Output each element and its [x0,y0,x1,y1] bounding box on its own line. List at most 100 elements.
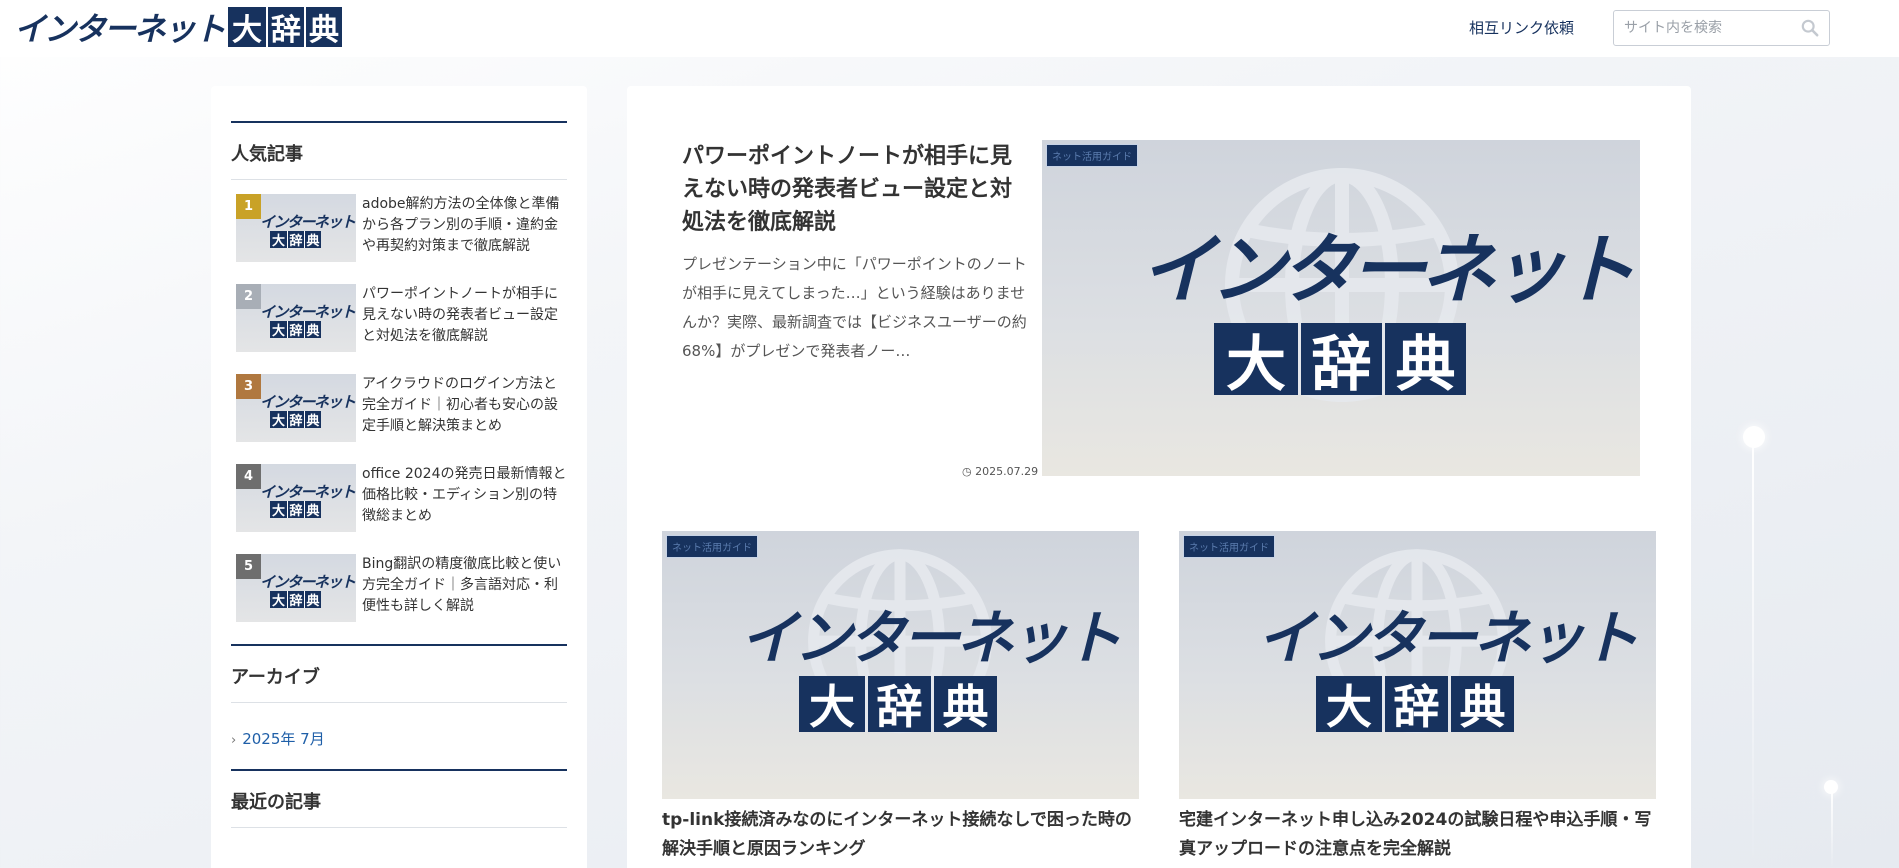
logo-kanji-box: 大 辞 典 [228,7,343,48]
thumbnail-kanji-char: 大 [270,411,287,429]
category-label[interactable]: ネット活用ガイド [1046,144,1138,167]
thumbnail-kanji-char: 大 [270,501,287,519]
thumbnail-logo-kanji: 大辞典 [270,501,321,519]
thumbnail-kanji-char: 辞 [287,411,304,429]
thumbnail-logo-kana: インターネット [260,303,356,321]
popular-article-item[interactable]: 1 インターネット 大辞典 adobe解約方法の全体像と準備から各プラン別の手順… [231,194,567,262]
article-thumbnail[interactable]: 3 インターネット 大辞典 [236,374,356,442]
bg-decoration-line [1752,436,1754,868]
search-input[interactable] [1614,11,1794,45]
popular-article-item[interactable]: 4 インターネット 大辞典 office 2024の発売日最新情報と価格比較・エ… [231,464,567,532]
search-box [1613,10,1830,46]
thumbnail-logo-kanji: 大辞典 [270,231,321,249]
site-logo[interactable]: インターネット 大 辞 典 [14,7,343,48]
thumbnail-kanji-char: 大 [809,680,855,734]
thumbnail-logo-kana: インターネット [1257,604,1639,672]
popular-article-title[interactable]: Bing翻訳の精度徹底比較と使い方完全ガイド｜多言語対応・利便性も詳しく解説 [356,554,567,622]
archive-title: アーカイブ [231,646,567,703]
article-thumbnail[interactable]: 1 インターネット 大辞典 [236,194,356,262]
thumbnail-logo-kana: インターネット [740,604,1122,672]
article-card-thumbnail[interactable]: ネット活用ガイド インターネット 大 辞 典 [662,531,1139,799]
article-card-thumbnail[interactable]: ネット活用ガイド インターネット 大 辞 典 [1179,531,1656,799]
chevron-right-icon: › [231,733,237,748]
recent-articles-title: 最近の記事 [231,771,567,828]
thumbnail-kanji-char: 典 [1382,323,1466,400]
bg-decoration-line [1831,790,1833,868]
recent-articles-widget: 最近の記事 [231,769,567,828]
popular-article-title[interactable]: パワーポイントノートが相手に見えない時の発表者ビュー設定と対処法を徹底解説 [356,284,567,352]
rank-badge: 4 [236,464,261,489]
thumbnail-kanji-char: 典 [931,676,997,734]
logo-kanji-char: 大 [228,7,267,48]
thumbnail-logo-kana: インターネット [1140,225,1636,314]
logo-kanji-char: 典 [304,7,343,48]
archive-list: › 2025年 7月 [231,703,567,769]
popular-articles-list: 1 インターネット 大辞典 adobe解約方法の全体像と準備から各プラン別の手順… [231,180,567,622]
category-label[interactable]: ネット活用ガイド [666,535,758,558]
thumbnail-kanji-char: 辞 [1298,323,1382,400]
archive-item: › 2025年 7月 [231,728,567,749]
article-thumbnail[interactable]: 5 インターネット 大辞典 [236,554,356,622]
rank-badge: 1 [236,194,261,219]
thumbnail-logo-kana: インターネット [260,573,356,591]
thumbnail-kanji-char: 辞 [865,676,931,734]
thumbnail-kanji-char: 典 [304,321,321,339]
thumbnail-logo-kana: インターネット [260,213,356,231]
thumbnail-kanji-char: 大 [1326,680,1372,734]
thumbnail-logo-kana: インターネット [260,483,356,501]
rank-badge: 2 [236,284,261,309]
thumbnail-kanji-char: 大 [270,321,287,339]
mutual-link-request-link[interactable]: 相互リンク依頼 [1469,17,1574,38]
thumbnail-logo-kanji: 大 辞 典 [799,676,997,734]
thumbnail-logo-kana: インターネット [260,393,356,411]
bg-decoration-dot [1824,780,1838,794]
logo-kana-text: インターネット [14,10,226,48]
popular-article-item[interactable]: 3 インターネット 大辞典 アイクラウドのログイン方法と完全ガイド｜初心者も安心… [231,374,567,442]
popular-article-item[interactable]: 2 インターネット 大辞典 パワーポイントノートが相手に見えない時の発表者ビュー… [231,284,567,352]
clock-icon: ◷ [962,465,972,478]
article-card[interactable]: ネット活用ガイド インターネット 大 辞 典 tp-link接続済みなのにインタ… [662,531,1139,864]
popular-article-item[interactable]: 5 インターネット 大辞典 Bing翻訳の精度徹底比較と使い方完全ガイド｜多言語… [231,554,567,622]
thumbnail-kanji-char: 辞 [1382,676,1448,734]
thumbnail-kanji-char: 大 [270,231,287,249]
thumbnail-kanji-char: 典 [304,411,321,429]
article-thumbnail[interactable]: 2 インターネット 大辞典 [236,284,356,352]
thumbnail-kanji-char: 辞 [287,321,304,339]
site-header: インターネット 大 辞 典 相互リンク依頼 [0,0,1899,57]
popular-articles-widget: 人気記事 1 インターネット 大辞典 adobe解約方法の全体像と準備から各プラ… [231,121,567,622]
popular-article-title[interactable]: アイクラウドのログイン方法と完全ガイド｜初心者も安心の設定手順と解決策まとめ [356,374,567,442]
featured-article[interactable]: パワーポイントノートが相手に見えない時の発表者ビュー設定と対処法を徹底解説 プレ… [682,140,1640,478]
rank-badge: 3 [236,374,261,399]
featured-article-thumbnail[interactable]: ネット活用ガイド インターネット 大 辞 典 [1042,140,1640,476]
thumbnail-logo-kanji: 大辞典 [270,411,321,429]
logo-kanji-char: 辞 [266,7,305,48]
thumbnail-logo-kanji: 大 辞 典 [1316,676,1514,734]
archive-link[interactable]: 2025年 7月 [242,730,325,748]
article-card[interactable]: ネット活用ガイド インターネット 大 辞 典 宅建インターネット申し込み2024… [1179,531,1656,864]
thumbnail-logo-kanji: 大辞典 [270,591,321,609]
popular-article-title[interactable]: adobe解約方法の全体像と準備から各プラン別の手順・違約金や再契約対策まで徹底… [356,194,567,262]
sidebar: 人気記事 1 インターネット 大辞典 adobe解約方法の全体像と準備から各プラ… [211,86,587,868]
thumbnail-kanji-char: 辞 [287,591,304,609]
article-thumbnail[interactable]: 4 インターネット 大辞典 [236,464,356,532]
bg-decoration-dot [1743,426,1765,448]
search-icon[interactable] [1801,19,1819,37]
archive-widget: アーカイブ › 2025年 7月 [231,644,567,769]
featured-article-title[interactable]: パワーポイントノートが相手に見えない時の発表者ビュー設定と対処法を徹底解説 [682,140,1027,239]
main-content: パワーポイントノートが相手に見えない時の発表者ビュー設定と対処法を徹底解説 プレ… [627,86,1691,868]
thumbnail-logo-kanji: 大 辞 典 [1214,323,1466,400]
article-card-title[interactable]: tp-link接続済みなのにインターネット接続なしで困った時の解決手順と原因ラン… [662,806,1139,864]
thumbnail-kanji-char: 大 [1226,329,1286,400]
thumbnail-kanji-char: 典 [304,231,321,249]
thumbnail-logo-kanji: 大辞典 [270,321,321,339]
thumbnail-kanji-char: 辞 [287,501,304,519]
rank-badge: 5 [236,554,261,579]
article-card-title[interactable]: 宅建インターネット申し込み2024の試験日程や申込手順・写真アップロードの注意点… [1179,806,1656,864]
featured-article-date: ◷ 2025.07.29 [962,465,1038,478]
thumbnail-kanji-char: 典 [1448,676,1514,734]
thumbnail-kanji-char: 典 [304,501,321,519]
thumbnail-kanji-char: 辞 [287,231,304,249]
popular-article-title[interactable]: office 2024の発売日最新情報と価格比較・エディション別の特徴総まとめ [356,464,567,532]
category-label[interactable]: ネット活用ガイド [1183,535,1275,558]
popular-articles-title: 人気記事 [231,123,567,180]
